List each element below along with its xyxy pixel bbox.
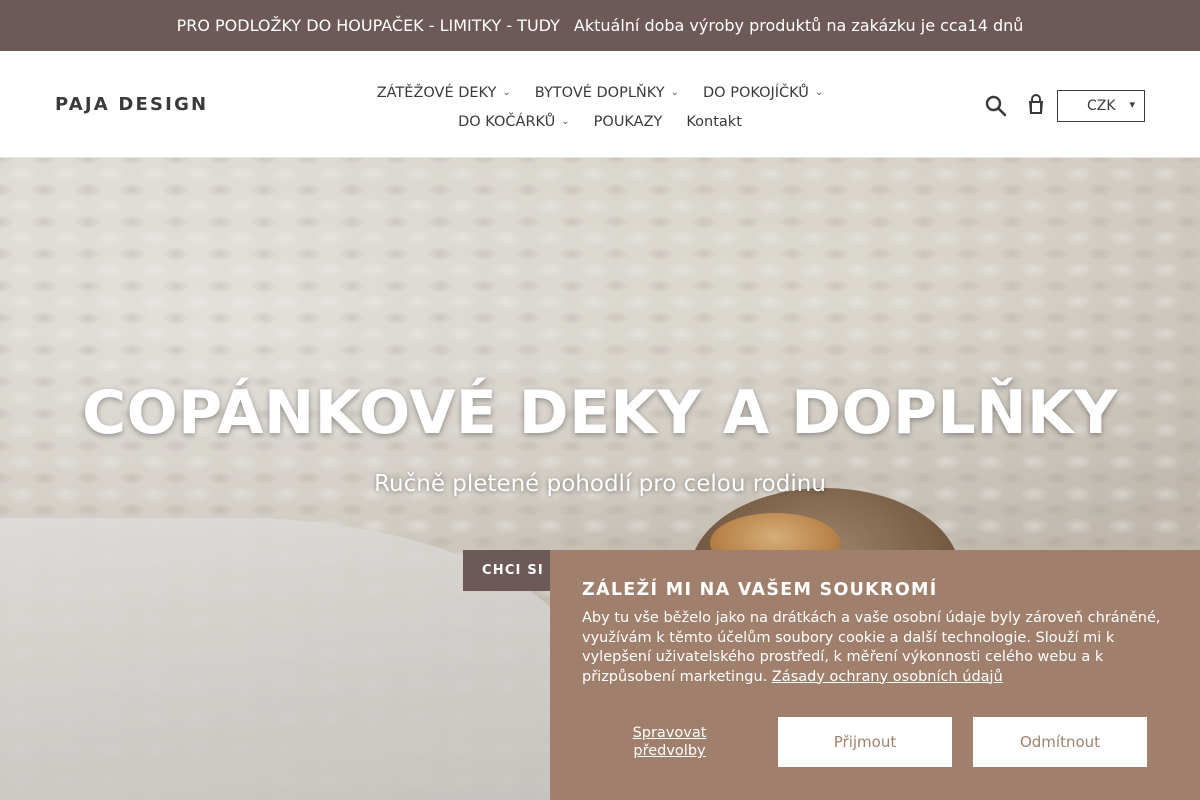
cookie-actions: Spravovat předvolby Přijmout Odmítnout bbox=[550, 717, 1200, 767]
chevron-down-icon: ▾ bbox=[1129, 98, 1135, 111]
hero-title: COPÁNKOVÉ DEKY A DOPLŇKY bbox=[82, 378, 1118, 448]
chevron-down-icon: ⌄ bbox=[502, 87, 511, 98]
nav-item-label: DO POKOJÍČKŮ bbox=[703, 84, 809, 101]
nav-item-label: POUKAZY bbox=[593, 113, 663, 130]
cookie-banner: ZÁLEŽÍ MI NA VAŠEM SOUKROMÍ Aby tu vše b… bbox=[550, 550, 1200, 800]
announcement-link[interactable]: PRO PODLOŽKY DO HOUPAČEK - LIMITKY - TUD… bbox=[177, 16, 560, 35]
chevron-down-icon: ⌄ bbox=[814, 87, 824, 98]
nav-item-label: BYTOVÉ DOPLŇKY bbox=[534, 84, 665, 101]
hero-subtitle: Ručně pletené pohodlí pro celou rodinu bbox=[374, 471, 826, 497]
nav-item-do-pokojicku[interactable]: DO POKOJÍČKŮ ⌄ bbox=[703, 85, 823, 101]
announcement-text: Aktuální doba výroby produktů na zakázku… bbox=[573, 16, 1024, 35]
chevron-down-icon: ⌄ bbox=[561, 116, 570, 127]
manage-preferences-link[interactable]: Spravovat předvolby bbox=[612, 724, 727, 760]
nav-item-label: DO KOČÁRKŮ bbox=[458, 113, 556, 130]
nav-item-kontakt[interactable]: Kontakt bbox=[686, 114, 742, 130]
cookie-title: ZÁLEŽÍ MI NA VAŠEM SOUKROMÍ bbox=[582, 580, 938, 600]
chevron-down-icon: ⌄ bbox=[670, 87, 680, 98]
privacy-policy-link[interactable]: Zásady ochrany osobních údajů bbox=[772, 669, 1003, 685]
search-button[interactable] bbox=[984, 94, 1008, 118]
nav-item-label: ZÁTĚŽOVÉ DEKY bbox=[376, 84, 497, 101]
currency-value: CZK bbox=[1087, 98, 1116, 114]
decline-button[interactable]: Odmítnout bbox=[973, 717, 1147, 767]
main-nav: ZÁTĚŽOVÉ DEKY ⌄ BYTOVÉ DOPLŇKY ⌄ DO POKO… bbox=[360, 78, 840, 136]
cookie-text: Aby tu vše běželo jako na drátkách a vaš… bbox=[582, 609, 1162, 687]
search-icon bbox=[985, 95, 1007, 117]
site-logo[interactable]: PAJA DESIGN bbox=[55, 94, 208, 115]
cart-icon bbox=[1029, 94, 1043, 114]
nav-item-bytove-doplnky[interactable]: BYTOVÉ DOPLŇKY ⌄ bbox=[535, 85, 679, 101]
site-header: PAJA DESIGN ZÁTĚŽOVÉ DEKY ⌄ BYTOVÉ DOPLŇ… bbox=[0, 51, 1200, 158]
nav-item-zatezove-deky[interactable]: ZÁTĚŽOVÉ DEKY ⌄ bbox=[377, 85, 511, 101]
announcement-bar: PRO PODLOŽKY DO HOUPAČEK - LIMITKY - TUD… bbox=[0, 0, 1200, 51]
nav-item-label: Kontakt bbox=[686, 113, 742, 130]
accept-button[interactable]: Přijmout bbox=[778, 717, 952, 767]
cart-button[interactable] bbox=[1025, 93, 1047, 117]
nav-item-poukazy[interactable]: POUKAZY bbox=[594, 114, 663, 130]
currency-select[interactable]: CZK ▾ bbox=[1057, 90, 1145, 122]
nav-item-do-kocarku[interactable]: DO KOČÁRKŮ ⌄ bbox=[458, 114, 570, 130]
